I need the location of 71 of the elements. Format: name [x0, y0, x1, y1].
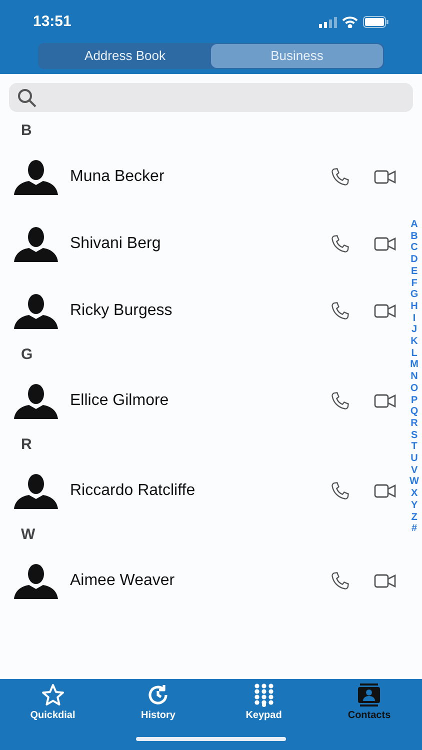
tab-item[interactable]: Contacts [316, 683, 422, 727]
video-camera-icon[interactable] [374, 484, 396, 498]
wifi-icon [342, 16, 358, 28]
video-camera-icon[interactable] [374, 170, 396, 184]
index-letter[interactable]: Y [410, 500, 418, 512]
contact-name: Aimee Weaver [70, 570, 176, 590]
phone-icon[interactable] [330, 234, 350, 254]
segment-tab[interactable]: Business [211, 44, 383, 68]
star-icon [40, 683, 65, 707]
search-field[interactable] [9, 83, 413, 112]
avatar-silhouette-icon [14, 472, 58, 508]
index-letter[interactable]: # [411, 523, 418, 535]
video-camera-icon[interactable] [374, 236, 396, 250]
phone-icon[interactable] [330, 480, 350, 500]
segment-tab[interactable]: Address Book [39, 44, 211, 68]
index-letter[interactable]: P [410, 394, 418, 406]
section-header: W [21, 525, 36, 546]
index-letter[interactable]: E [410, 266, 418, 278]
status-time: 13:51 [33, 12, 72, 32]
index-letter[interactable]: A [410, 219, 418, 231]
avatar-silhouette-icon [14, 562, 58, 598]
video-camera-icon[interactable] [374, 304, 396, 318]
index-letter[interactable]: C [410, 242, 418, 254]
phone-icon[interactable] [330, 166, 350, 186]
phone-icon[interactable] [330, 390, 350, 410]
index-letter[interactable]: G [410, 289, 418, 301]
contact-name: Riccardo Ratcliffe [70, 480, 196, 500]
signal-icon [319, 16, 337, 28]
index-letter[interactable]: I [412, 312, 416, 324]
tab-item[interactable]: History [106, 683, 211, 727]
section-header: G [21, 345, 33, 366]
index-letter[interactable]: Q [410, 406, 418, 418]
avatar-silhouette-icon [14, 226, 58, 262]
index-letter[interactable]: R [410, 418, 418, 430]
phone-icon[interactable] [330, 300, 350, 320]
index-letter[interactable]: Z [411, 512, 418, 524]
index-letter[interactable]: S [410, 430, 418, 442]
index-letter[interactable]: N [410, 371, 418, 383]
history-icon [146, 683, 170, 707]
index-letter[interactable]: U [410, 453, 418, 465]
index-letter[interactable]: W [410, 476, 419, 488]
index-letter[interactable]: J [411, 324, 418, 336]
section-header: B [21, 121, 32, 142]
index-letter[interactable]: T [411, 441, 418, 454]
index-letter[interactable]: O [410, 382, 418, 395]
contact-name: Shivani Berg [70, 234, 162, 254]
tab-item[interactable]: Keypad [211, 683, 316, 727]
index-letter[interactable]: K [410, 336, 418, 348]
contact-name: Ricky Burgess [70, 300, 174, 320]
index-letter[interactable]: M [410, 359, 418, 372]
video-camera-icon[interactable] [374, 394, 396, 408]
video-camera-icon[interactable] [374, 574, 396, 588]
tab-item[interactable]: Quickdial [0, 683, 106, 727]
section-header: R [21, 435, 32, 456]
avatar-silhouette-icon [14, 158, 58, 194]
index-letter[interactable]: X [410, 488, 418, 500]
index-letter[interactable]: L [411, 348, 418, 360]
contact-name: Ellice Gilmore [70, 390, 170, 410]
contact-name: Muna Becker [70, 166, 166, 186]
battery-icon [363, 16, 389, 28]
keypad-icon [252, 683, 275, 707]
avatar-silhouette-icon [14, 292, 58, 328]
phone-icon[interactable] [330, 570, 350, 590]
index-letter[interactable]: D [410, 254, 418, 266]
index-letter[interactable]: B [410, 230, 418, 242]
index-letter[interactable]: H [410, 300, 418, 313]
index-letter[interactable]: V [410, 464, 418, 476]
index-letter[interactable]: F [411, 278, 418, 290]
avatar-silhouette-icon [14, 382, 58, 418]
search-icon [17, 88, 37, 108]
contacts-icon [357, 683, 382, 707]
